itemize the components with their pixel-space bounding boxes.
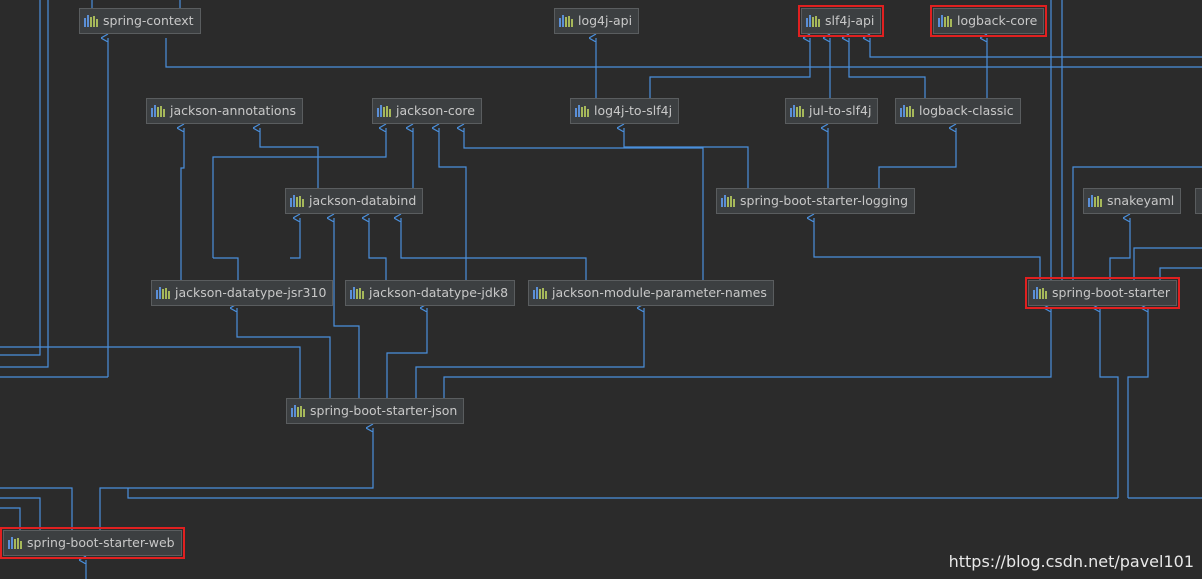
node-label: jackson-core [396, 103, 475, 118]
node-spring-boot-starter-json[interactable]: spring-boot-starter-json [286, 398, 465, 424]
node-offscreen-partial[interactable] [1195, 188, 1202, 214]
watermark: https://blog.csdn.net/pavel101 [948, 552, 1194, 571]
node-label: snakeyaml [1107, 193, 1175, 208]
maven-bars-icon [790, 105, 804, 117]
maven-bars-icon [900, 105, 914, 117]
node-jackson-core[interactable]: jackson-core [372, 98, 482, 124]
node-label: jackson-annotations [170, 103, 297, 118]
node-logback-classic[interactable]: logback-classic [895, 98, 1021, 124]
node-log4j-to-slf4j[interactable]: log4j-to-slf4j [570, 98, 680, 124]
maven-bars-icon [290, 195, 304, 207]
node-label: logback-classic [919, 103, 1014, 118]
node-jackson-annotations[interactable]: jackson-annotations [146, 98, 304, 124]
node-slf4j-api[interactable]: slf4j-api [797, 5, 885, 37]
node-label: jackson-datatype-jsr310 [175, 285, 327, 300]
node-spring-context[interactable]: spring-context [79, 8, 201, 34]
node-jackson-datatype-jsr310[interactable]: jackson-datatype-jsr310 [151, 280, 334, 306]
node-spring-boot-starter[interactable]: spring-boot-starter [1024, 277, 1181, 309]
maven-bars-icon [291, 405, 305, 417]
maven-bars-icon [1033, 287, 1047, 299]
node-label: log4j-to-slf4j [594, 103, 673, 118]
maven-bars-icon [721, 195, 735, 207]
node-label: spring-boot-starter-json [310, 403, 458, 418]
node-spring-boot-starter-logging[interactable]: spring-boot-starter-logging [716, 188, 916, 214]
node-spring-boot-starter-web[interactable]: spring-boot-starter-web [0, 527, 185, 559]
maven-bars-icon [350, 287, 364, 299]
node-label: slf4j-api [825, 13, 875, 28]
node-jackson-datatype-jdk8[interactable]: jackson-datatype-jdk8 [345, 280, 516, 306]
maven-bars-icon [533, 287, 547, 299]
node-jackson-module-parameter-names[interactable]: jackson-module-parameter-names [528, 280, 774, 306]
node-jul-to-slf4j[interactable]: jul-to-slf4j [785, 98, 879, 124]
maven-bars-icon [156, 287, 170, 299]
maven-bars-icon [806, 15, 820, 27]
node-label: logback-core [957, 13, 1038, 28]
node-log4j-api[interactable]: log4j-api [554, 8, 640, 34]
maven-bars-icon [151, 105, 165, 117]
maven-bars-icon [938, 15, 952, 27]
node-label: spring-boot-starter-web [27, 535, 175, 550]
node-label: jackson-datatype-jdk8 [369, 285, 509, 300]
node-label: log4j-api [578, 13, 633, 28]
node-label: spring-boot-starter [1052, 285, 1171, 300]
maven-bars-icon [559, 15, 573, 27]
node-snakeyaml[interactable]: snakeyaml [1083, 188, 1182, 214]
maven-bars-icon [1088, 195, 1102, 207]
maven-bars-icon [8, 537, 22, 549]
node-label: jackson-module-parameter-names [552, 285, 767, 300]
node-logback-core[interactable]: logback-core [929, 5, 1048, 37]
node-label: spring-boot-starter-logging [740, 193, 909, 208]
node-label: jul-to-slf4j [809, 103, 872, 118]
maven-bars-icon [377, 105, 391, 117]
maven-bars-icon [575, 105, 589, 117]
node-label: jackson-databind [309, 193, 417, 208]
node-label: spring-context [103, 13, 194, 28]
maven-bars-icon [84, 15, 98, 27]
node-jackson-databind[interactable]: jackson-databind [285, 188, 424, 214]
